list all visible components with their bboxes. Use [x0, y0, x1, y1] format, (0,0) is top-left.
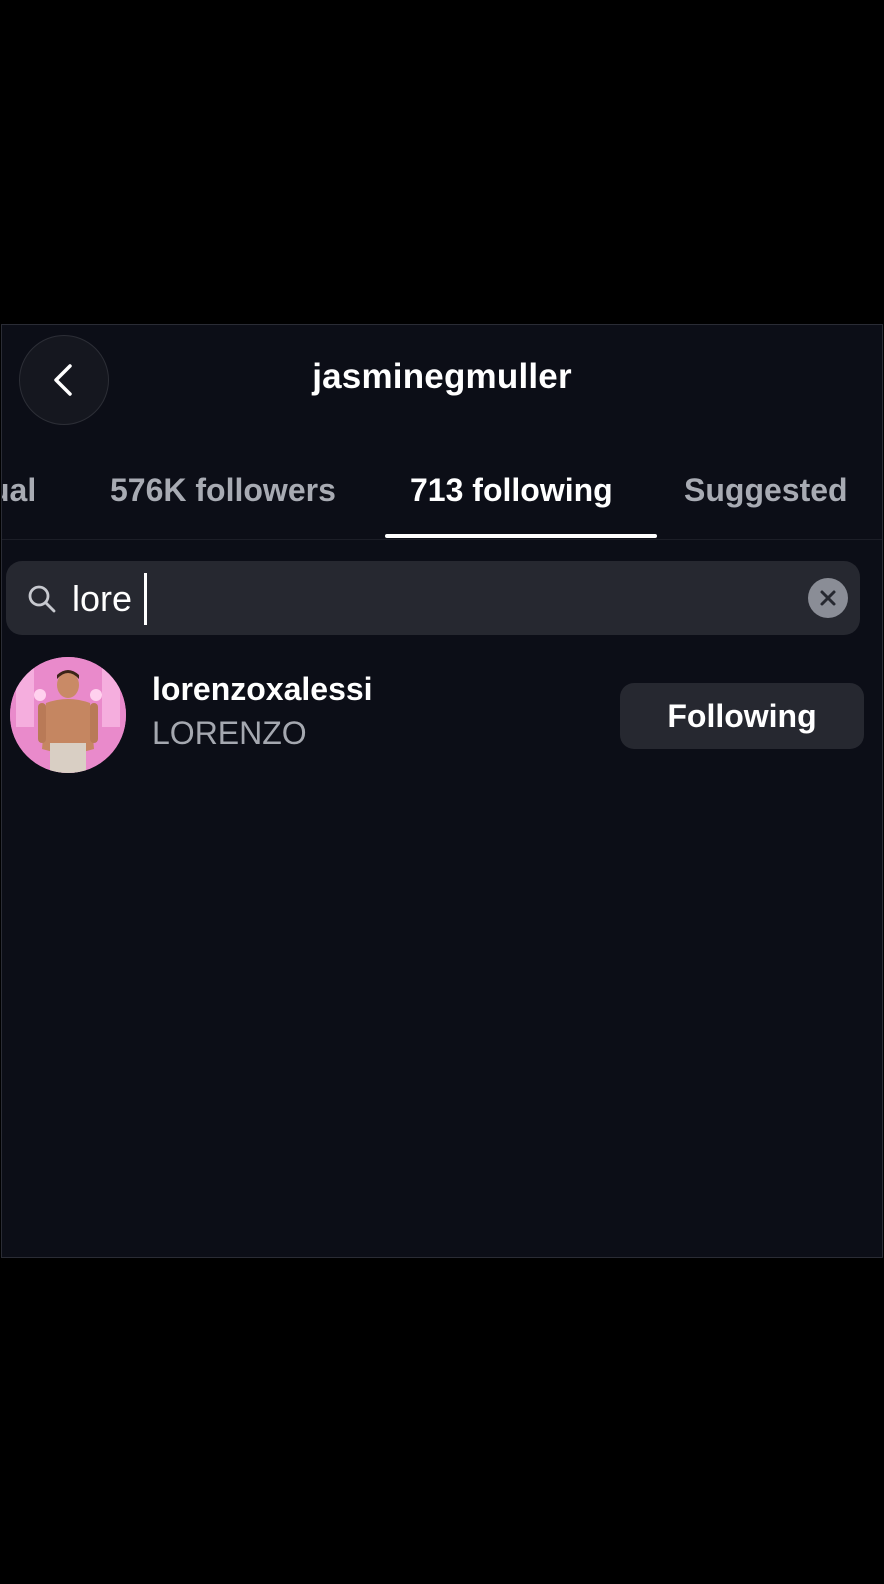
search-icon — [28, 585, 56, 613]
avatar[interactable] — [10, 657, 126, 773]
following-button[interactable]: Following — [620, 683, 864, 749]
close-icon — [820, 590, 836, 606]
following-screen: jasminegmuller ual 576K followers 713 fo… — [1, 324, 883, 1258]
text-cursor — [144, 573, 147, 625]
header: jasminegmuller — [2, 325, 882, 435]
full-name: LORENZO — [152, 715, 307, 751]
tab-followers[interactable]: 576K followers — [110, 472, 336, 509]
username[interactable]: lorenzoxalessi — [152, 671, 373, 708]
tab-mutual[interactable]: ual — [2, 472, 36, 509]
tab-bar: ual 576K followers 713 following Suggest… — [2, 460, 882, 540]
page-title: jasminegmuller — [312, 357, 572, 396]
clear-search-button[interactable] — [808, 578, 848, 618]
list-item[interactable]: lorenzoxalessi LORENZO Following — [2, 651, 882, 781]
search-bar — [6, 561, 860, 635]
tab-suggested[interactable]: Suggested — [684, 472, 848, 509]
tab-following[interactable]: 713 following — [410, 472, 613, 509]
search-input[interactable] — [70, 571, 794, 627]
avatar-photo — [10, 657, 126, 773]
active-tab-indicator — [385, 534, 657, 538]
